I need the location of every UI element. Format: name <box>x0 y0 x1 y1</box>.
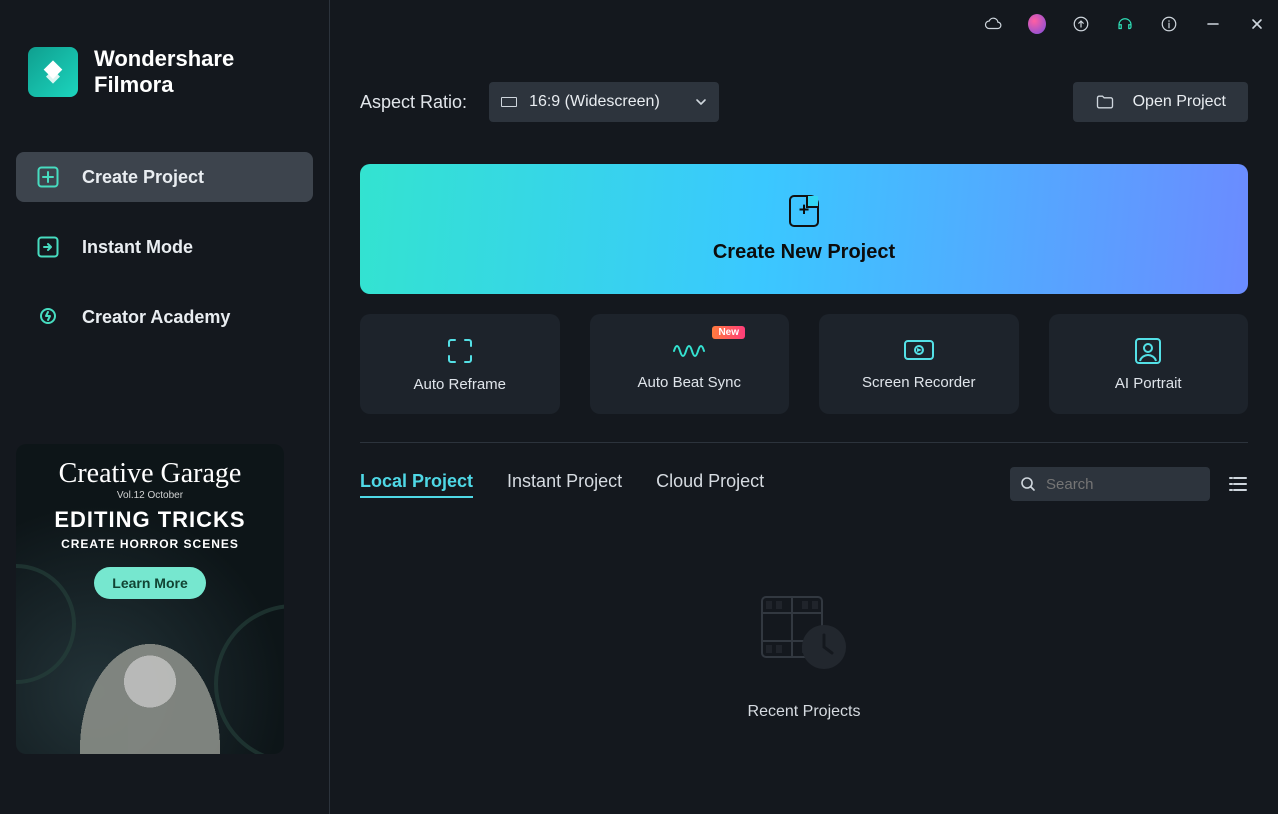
promo-script: Creative Garage <box>16 458 284 490</box>
app-logo: Wondershare Filmora <box>28 46 313 98</box>
support-headset-icon[interactable] <box>1116 15 1134 33</box>
chevron-down-icon <box>695 96 707 108</box>
feature-label: AI Portrait <box>1115 375 1182 392</box>
logo-mark-icon <box>28 47 78 97</box>
open-project-label: Open Project <box>1133 93 1226 111</box>
sidebar-item-instant-mode[interactable]: Instant Mode <box>16 222 313 272</box>
titlebar <box>330 6 1278 42</box>
new-badge: New <box>712 326 745 339</box>
promo-subtitle: CREATE HORROR SCENES <box>16 537 284 551</box>
recent-projects-empty: Recent Projects <box>360 591 1248 721</box>
promo-card[interactable]: Creative Garage Vol.12 October EDITING T… <box>16 444 284 754</box>
tab-local-project[interactable]: Local Project <box>360 471 473 498</box>
sidebar: Wondershare Filmora Create Project Insta… <box>0 0 330 814</box>
feature-label: Auto Reframe <box>413 376 506 393</box>
aspect-ratio-select[interactable]: 16:9 (Widescreen) <box>489 82 719 122</box>
bulb-icon <box>36 305 60 329</box>
divider <box>360 442 1248 443</box>
filmstrip-clock-icon <box>758 591 850 673</box>
brand-line2: Filmora <box>94 72 234 98</box>
tab-instant-project[interactable]: Instant Project <box>507 471 622 498</box>
promo-cta-button[interactable]: Learn More <box>94 567 205 599</box>
open-project-button[interactable]: Open Project <box>1073 82 1248 122</box>
info-icon[interactable] <box>1160 15 1178 33</box>
avatar[interactable] <box>1028 15 1046 33</box>
plus-square-icon <box>36 165 60 189</box>
waveform-icon <box>672 338 706 364</box>
list-view-toggle[interactable] <box>1228 475 1248 493</box>
promo-title: EDITING TRICKS <box>16 507 284 533</box>
portrait-icon <box>1133 337 1163 365</box>
ratio-rect-icon <box>501 97 517 107</box>
tab-cloud-project[interactable]: Cloud Project <box>656 471 764 498</box>
feature-auto-beat-sync[interactable]: New Auto Beat Sync <box>590 314 790 414</box>
create-new-label: Create New Project <box>713 241 895 264</box>
sidebar-item-label: Create Project <box>82 167 204 188</box>
cloud-icon[interactable] <box>984 15 1002 33</box>
create-new-project-button[interactable]: Create New Project <box>360 164 1248 294</box>
promo-figure-image <box>60 614 240 754</box>
sidebar-item-label: Instant Mode <box>82 237 193 258</box>
feature-auto-reframe[interactable]: Auto Reframe <box>360 314 560 414</box>
upload-icon[interactable] <box>1072 15 1090 33</box>
search-box[interactable] <box>1010 467 1210 501</box>
feature-screen-recorder[interactable]: Screen Recorder <box>819 314 1019 414</box>
sidebar-item-create-project[interactable]: Create Project <box>16 152 313 202</box>
feature-label: Screen Recorder <box>862 374 975 391</box>
minimize-button[interactable] <box>1204 15 1222 33</box>
search-input[interactable] <box>1046 476 1200 493</box>
aspect-ratio-value: 16:9 (Widescreen) <box>529 93 660 111</box>
brand-line1: Wondershare <box>94 46 234 72</box>
sidebar-item-label: Creator Academy <box>82 307 230 328</box>
feature-label: Auto Beat Sync <box>638 374 741 391</box>
sidebar-item-creator-academy[interactable]: Creator Academy <box>16 292 313 342</box>
new-doc-icon <box>789 195 819 227</box>
aspect-ratio-label: Aspect Ratio: <box>360 92 467 113</box>
search-icon <box>1020 476 1036 492</box>
close-button[interactable] <box>1248 15 1266 33</box>
logo-text: Wondershare Filmora <box>94 46 234 98</box>
recorder-icon <box>903 338 935 364</box>
feature-ai-portrait[interactable]: AI Portrait <box>1049 314 1249 414</box>
project-tabs: Local Project Instant Project Cloud Proj… <box>360 471 764 498</box>
reframe-icon <box>445 336 475 366</box>
promo-volume: Vol.12 October <box>16 490 284 501</box>
main-area: Aspect Ratio: 16:9 (Widescreen) Open Pro… <box>330 0 1278 814</box>
arrow-square-icon <box>36 235 60 259</box>
folder-icon <box>1095 92 1115 112</box>
recent-projects-label: Recent Projects <box>748 703 861 721</box>
